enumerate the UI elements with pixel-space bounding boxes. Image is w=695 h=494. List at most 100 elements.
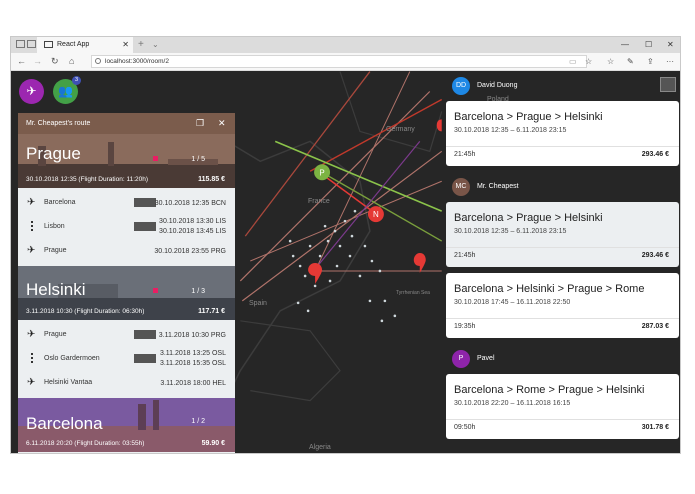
leg-via-time-1: 3.11.2018 13:25 OSL [159,350,226,357]
browser-window: React App ✕ + ⌄ — ☐ ✕ ← → ↻ ⌂ localhost:… [10,36,681,454]
leg-via-time-2: 30.10.2018 13:45 LIS [159,228,226,235]
airline-logo [134,198,156,207]
landing-icon: ✈ [27,377,36,388]
app-content: P N Poland Germany France Spain Algeria … [11,71,680,453]
city-subtitle: 3.11.2018 10:30 (Flight Duration: 06:30h… [26,308,145,315]
route-card-selected[interactable]: Barcelona > Prague > Helsinki 30.10.2018… [446,202,679,267]
airline-logo [134,222,156,231]
more-icon[interactable]: ··· [666,55,674,68]
route-duration: 09:50h [454,424,476,431]
favorites-hub-icon[interactable]: ☆ [607,55,614,68]
city-card-barcelona[interactable]: Barcelona 1 / 2 6.11.2018 20:20 (Flight … [18,398,235,452]
leg-departure: ✈ Barcelona 30.10.2018 12:35 BCN [18,191,235,215]
map-marker-green[interactable]: P [314,164,331,181]
leg-via-time-2: 3.11.2018 15:35 OSL [159,360,226,367]
route-price: 287.03 € [641,323,669,330]
refresh-icon[interactable]: ↻ [51,55,59,68]
route-dates: 30.10.2018 12:35 – 6.11.2018 23:15 [454,228,567,235]
city-card-prague[interactable]: Prague 1 / 5 30.10.2018 12:35 (Flight Du… [18,134,235,188]
route-price: 293.46 € [641,252,669,259]
url-field[interactable]: localhost:3000/room/2 [91,55,587,68]
map-label-algeria: Algeria [309,444,331,451]
marker-n-label: N [373,210,379,219]
avatar: MC [452,178,470,196]
reading-view-icon[interactable]: ▭ [569,55,577,68]
city-name: Barcelona [26,414,103,433]
city-subtitle: 30.10.2018 12:35 (Flight Duration: 11:20… [26,176,149,183]
user-name: Mr. Cheapest [477,183,519,190]
city-price: 117.71 € [198,308,225,315]
leg-from-time: 30.10.2018 12:35 BCN [154,200,226,207]
flights-button[interactable]: ✈ [19,79,44,104]
route-duration: 19:35h [454,323,476,330]
maximize-icon[interactable]: ☐ [645,37,652,53]
route-title: Barcelona > Prague > Helsinki [454,111,603,123]
route-dates: 30.10.2018 17:45 – 16.11.2018 22:50 [454,299,571,306]
leg-from-time: 3.11.2018 10:30 PRG [158,332,226,339]
leg-to: Helsinki Vantaa [44,379,93,386]
route-title: Barcelona > Prague > Helsinki [454,212,603,224]
map-label-france: France [308,198,330,205]
pen-icon[interactable]: ✎ [627,55,634,68]
share-icon[interactable]: ⇪ [647,55,654,68]
route-card[interactable]: Barcelona > Helsinki > Prague > Rome 30.… [446,273,679,338]
leg-arrival: ✈ Prague 30.10.2018 23:55 PRG [18,239,235,263]
city-name: Prague [26,144,81,163]
more-vert-icon [31,221,33,233]
minimize-icon[interactable]: — [621,37,629,53]
route-duration: 21:45h [454,151,476,158]
browser-tab[interactable]: React App ✕ [37,37,133,53]
leg-via-time-1: 30.10.2018 13:30 LIS [159,218,226,225]
route-card[interactable]: Barcelona > Prague > Helsinki 30.10.2018… [446,101,679,166]
leg-list: ✈ Barcelona 30.10.2018 12:35 BCN Lisbon … [18,188,235,266]
copy-icon[interactable]: ❐ [196,113,204,134]
route-card[interactable]: Barcelona > Rome > Prague > Helsinki 30.… [446,374,679,439]
route-dates: 30.10.2018 12:35 – 6.11.2018 23:15 [454,127,567,134]
back-icon[interactable]: ← [17,55,26,68]
map-label-germany: Germany [386,126,415,133]
close-panel-icon[interactable]: ✕ [218,113,226,134]
close-window-icon[interactable]: ✕ [667,37,674,53]
leg-from: Barcelona [44,199,76,206]
close-tab-icon[interactable]: ✕ [122,37,129,53]
route-dates: 30.10.2018 22:20 – 16.11.2018 16:15 [454,400,571,407]
user-header-pavel: P Pavel [443,344,680,374]
forward-icon[interactable]: → [33,55,42,68]
page-indicator: 1 / 3 [191,288,205,295]
city-name: Helsinki [26,280,86,299]
info-icon [95,58,101,64]
user-header-david: DD David Duong [443,71,680,101]
page-indicator: 1 / 2 [191,418,205,425]
airplane-icon: ✈ [26,84,37,98]
tab-bar: React App ✕ + ⌄ — ☐ ✕ [11,37,680,53]
user-name: David Duong [477,82,518,89]
leg-to-time: 30.10.2018 23:55 PRG [154,248,226,255]
new-tab-icon[interactable]: + [138,37,144,52]
group-count-badge: 3 [72,76,81,85]
home-icon[interactable]: ⌂ [69,55,74,68]
divider [446,247,679,248]
city-card-helsinki[interactable]: Helsinki 1 / 3 3.11.2018 10:30 (Flight D… [18,266,235,320]
avatar: DD [452,77,470,95]
city-price: 59.90 € [201,440,225,447]
divider [446,318,679,319]
tab-actions-icon[interactable] [16,40,25,48]
route-panel-header: Mr. Cheapest's route ❐ ✕ [18,113,235,134]
address-bar-row: ← → ↻ ⌂ localhost:3000/room/2 ▭ ☆ ☆ ✎ ⇪ … [11,53,680,71]
page-indicator: 1 / 5 [191,156,205,163]
leg-departure: ✈ Prague 3.11.2018 10:30 PRG [18,323,235,347]
tab-preview-icon[interactable] [27,40,36,48]
leg-via: Oslo Gardermoen [44,355,100,362]
leg-from: Prague [44,331,67,338]
map-marker-red-n[interactable]: N [367,206,384,223]
avatar: P [452,350,470,368]
chevron-down-icon[interactable]: ⌄ [152,37,159,53]
tab-title: React App [57,41,90,48]
group-icon: 👥 [58,84,73,98]
leg-list: ✈ Prague 3.11.2018 10:30 PRG Oslo Garder… [18,320,235,398]
divider [446,419,679,420]
airline-logo [134,330,156,339]
leg-via: Lisbon [44,223,65,230]
route-duration: 21:45h [454,252,476,259]
favorite-star-icon[interactable]: ☆ [585,55,592,68]
